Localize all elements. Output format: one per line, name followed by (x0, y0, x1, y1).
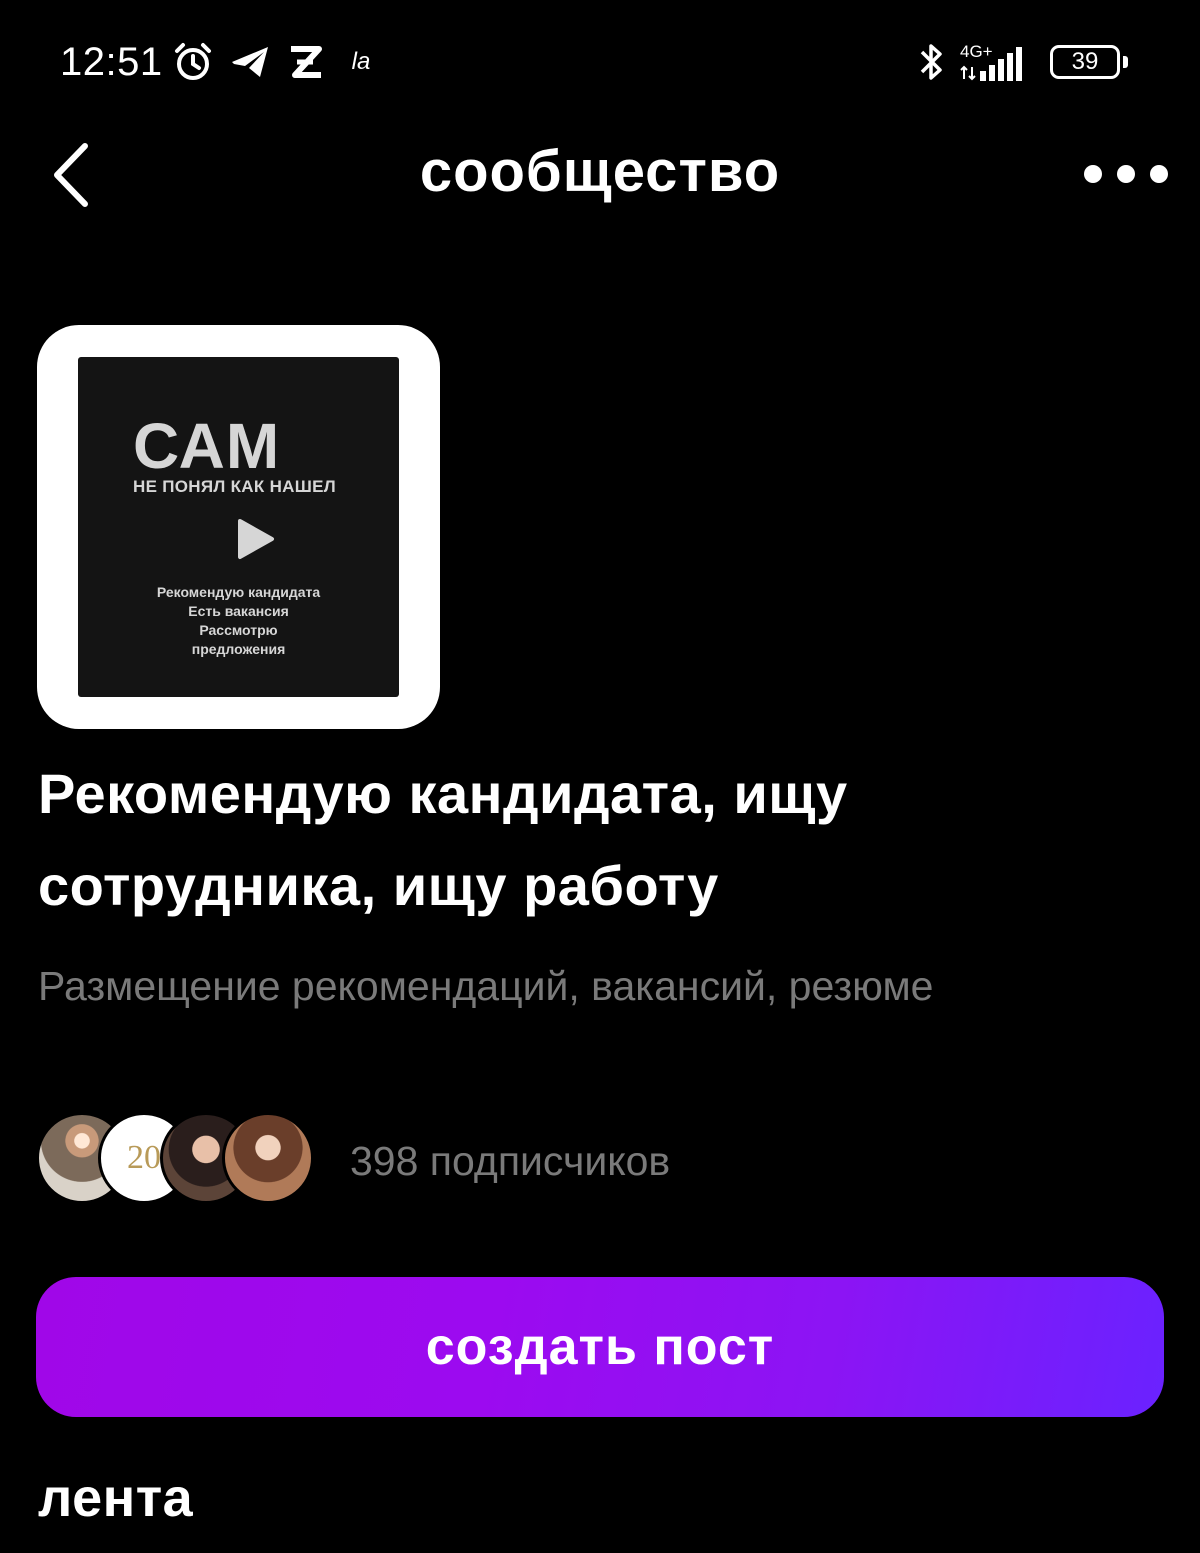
z-icon (284, 38, 326, 86)
community-name-line-2: сотрудника, ищу работу (38, 854, 719, 917)
play-icon (238, 519, 274, 559)
avatar (222, 1112, 314, 1204)
community-avatar: САМ НЕ ПОНЯЛ КАК НАШЕЛ Рекомендую кандид… (37, 325, 440, 729)
telegram-icon (228, 38, 272, 86)
cover-line: Есть вакансия (188, 603, 289, 619)
create-post-button[interactable]: создать пост (36, 1277, 1164, 1417)
avatar-logo-text: 20 (127, 1139, 161, 1176)
cover-line: Рассмотрю (199, 622, 278, 638)
more-options-button[interactable] (1076, 150, 1176, 198)
battery-level: 39 (1050, 45, 1120, 79)
signal-icon: 4G+ (958, 38, 1038, 86)
more-horizontal-icon (1084, 165, 1102, 183)
cover-sub-text: НЕ ПОНЯЛ КАК НАШЕЛ (133, 477, 336, 496)
more-horizontal-icon (1117, 165, 1135, 183)
cover-line: предложения (191, 641, 286, 657)
status-bar: 12:51 la 4G+ 39 (0, 0, 1200, 125)
alarm-icon (170, 38, 216, 86)
community-avatar-image: САМ НЕ ПОНЯЛ КАК НАШЕЛ Рекомендую кандид… (78, 357, 399, 697)
status-time: 12:51 (60, 40, 163, 84)
cover-big-text: САМ (133, 410, 281, 482)
community-screen: 12:51 la 4G+ 39 сообщество САМ НЕ ПОНЯЛ … (0, 0, 1200, 1553)
cover-lines: Рекомендую кандидата Есть вакансия Рассм… (78, 583, 399, 659)
battery-icon: 39 (1050, 45, 1130, 79)
more-horizontal-icon (1150, 165, 1168, 183)
bluetooth-icon (914, 38, 950, 86)
community-name-line-1: Рекомендую кандидата, ищу (38, 762, 848, 825)
community-description: Размещение рекомендаций, вакансий, резюм… (38, 963, 934, 1009)
cover-line: Рекомендую кандидата (156, 584, 321, 600)
feed-title: лента (38, 1468, 194, 1528)
network-type-label: 4G+ (960, 42, 993, 61)
chevron-left-icon (54, 143, 88, 207)
page-title: сообщество (419, 139, 781, 204)
community-name: Рекомендую кандидата, ищу сотрудника, ищ… (38, 748, 1158, 932)
battery-tip (1123, 56, 1128, 68)
subscriber-avatars[interactable]: 20 (36, 1112, 336, 1204)
la-icon: la (351, 48, 371, 75)
subscribers-count[interactable]: 398 подписчиков (350, 1136, 670, 1186)
back-button[interactable] (36, 130, 106, 220)
